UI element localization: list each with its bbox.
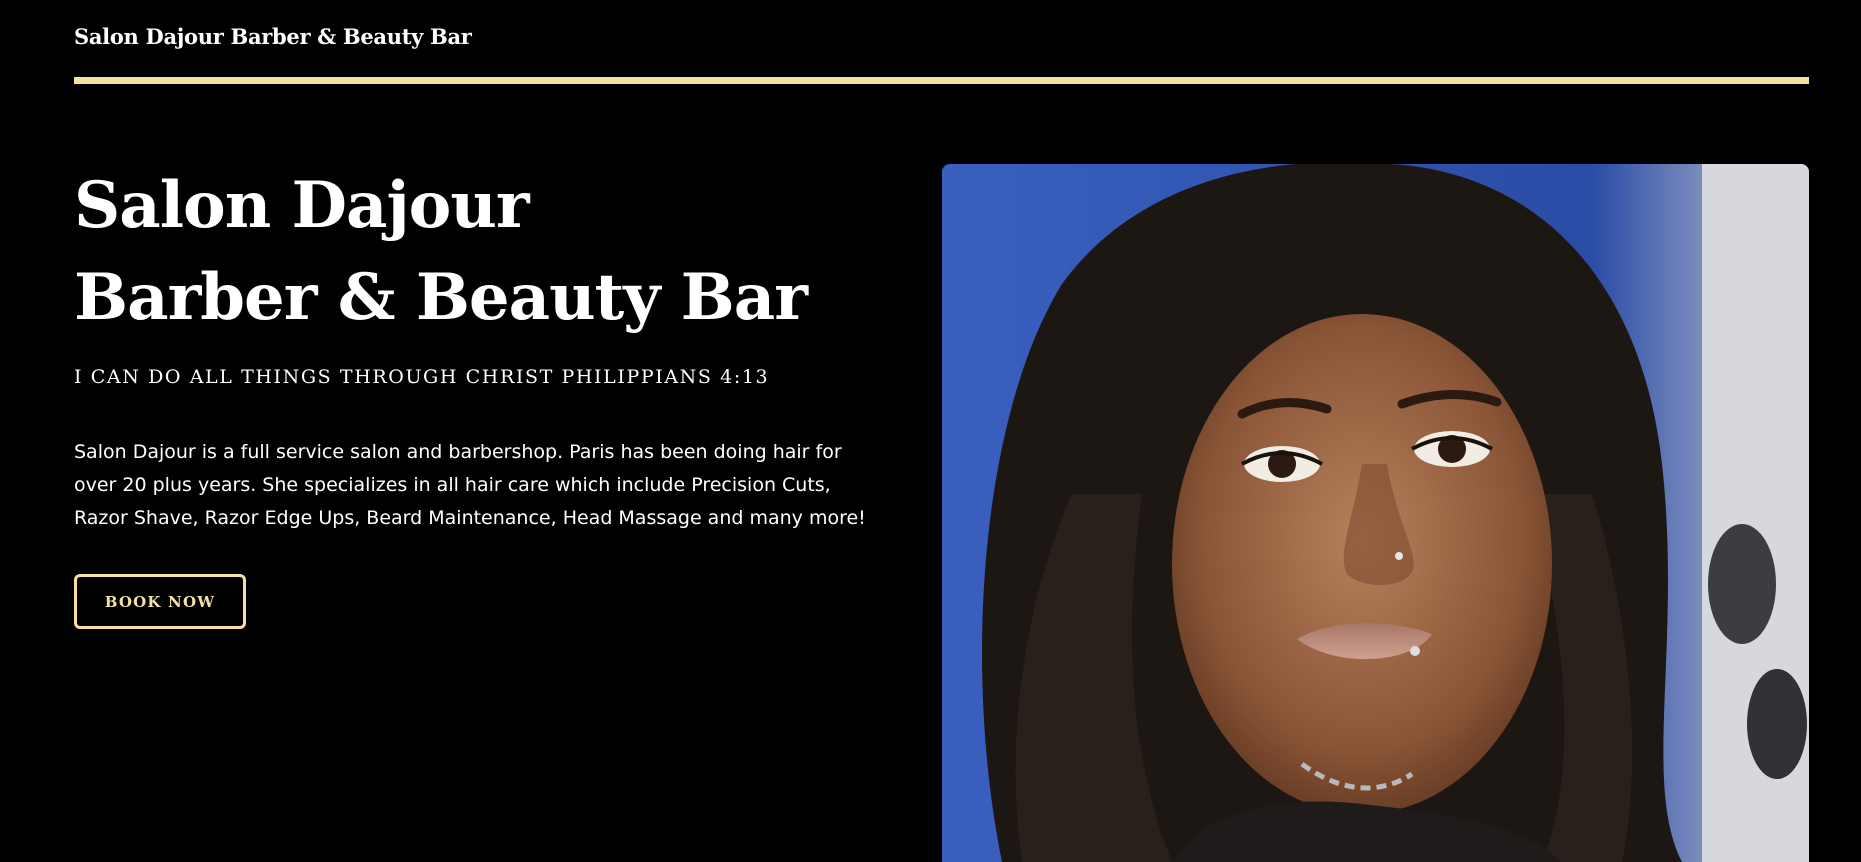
hero-text-block: Salon Dajour Barber & Beauty Bar <box>74 160 894 344</box>
hero-portrait-photo <box>942 164 1809 862</box>
brand-logo-text[interactable]: Salon Dajour Barber & Beauty Bar <box>74 24 472 49</box>
hero-tagline: I CAN DO ALL THINGS THROUGH CHRIST PHILI… <box>74 366 770 388</box>
hero-title: Salon Dajour Barber & Beauty Bar <box>74 160 894 344</box>
portrait-illustration <box>942 164 1809 862</box>
header-divider <box>74 77 1809 84</box>
hero-title-line-1: Salon Dajour <box>74 168 530 243</box>
hero-description: Salon Dajour is a full service salon and… <box>74 441 866 529</box>
site-header: Salon Dajour Barber & Beauty Bar <box>74 0 1809 84</box>
book-now-button[interactable]: BOOK NOW <box>74 574 246 629</box>
hero-title-line-2: Barber & Beauty Bar <box>74 260 808 335</box>
